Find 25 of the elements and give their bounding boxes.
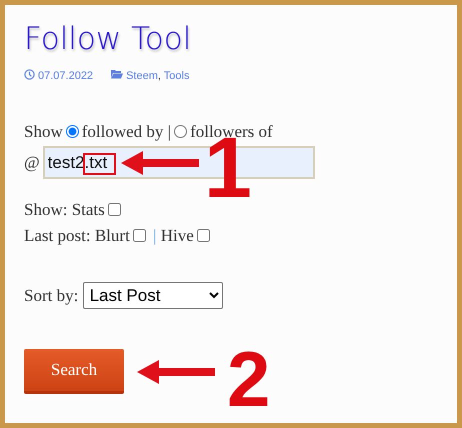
radio-button[interactable] — [174, 124, 188, 138]
clock-icon — [24, 69, 35, 80]
label-text: Last post: — [24, 226, 92, 245]
checkbox[interactable] — [132, 228, 146, 242]
sort-dropdown[interactable]: Last Post — [82, 282, 223, 310]
folder-icon — [111, 69, 124, 80]
option-label: Hive — [160, 226, 194, 245]
label-text: Show: Stats — [24, 200, 105, 220]
option-label: followed by — [82, 122, 164, 141]
label-text: Sort by: — [24, 286, 80, 306]
separator: , — [158, 70, 162, 82]
radio-button[interactable] — [66, 124, 79, 138]
option-label: Blurt — [94, 226, 130, 245]
checkbox[interactable] — [108, 203, 121, 216]
date-text: 07.07.2022 — [38, 70, 94, 82]
search-button[interactable]: Search — [24, 349, 124, 394]
page-title: Follow Tool — [24, 21, 192, 58]
at-sign: @ — [24, 152, 40, 174]
category-link[interactable]: Tools — [164, 70, 190, 82]
step-number: 2 — [227, 340, 270, 418]
category-link[interactable]: Steem — [126, 70, 158, 82]
separator: | — [166, 122, 172, 141]
separator: | — [152, 226, 158, 245]
checkbox[interactable] — [196, 228, 210, 242]
label-text: Show — [24, 122, 63, 141]
